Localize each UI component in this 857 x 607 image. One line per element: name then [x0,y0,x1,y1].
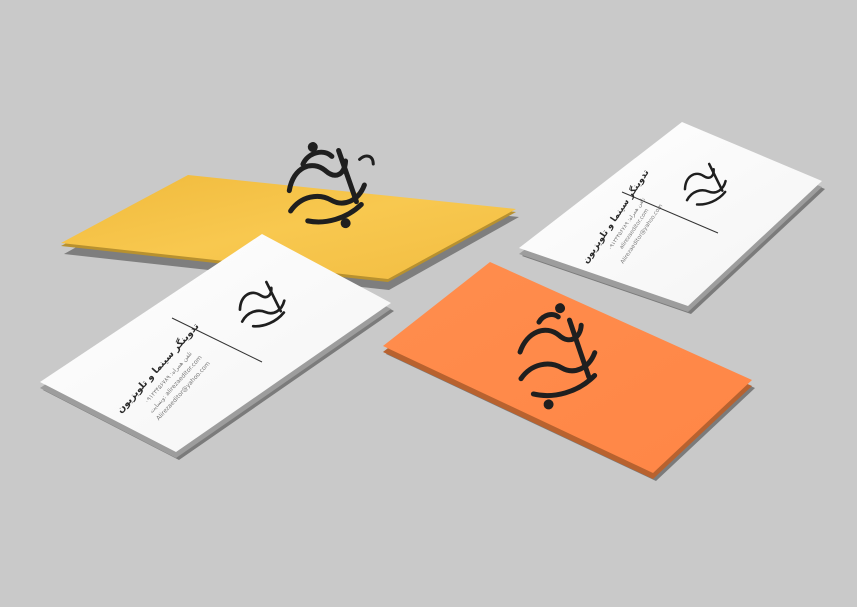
card-white-right: تدوینگر سینما و تلویزیون تلفن همراه: ۰۹۱… [519,122,825,314]
card-white-right-face [519,122,822,306]
business-card-mockup-scene: تدوینگر سینما و تلویزیون تلفن همراه: ۰۹۱… [40,122,825,481]
